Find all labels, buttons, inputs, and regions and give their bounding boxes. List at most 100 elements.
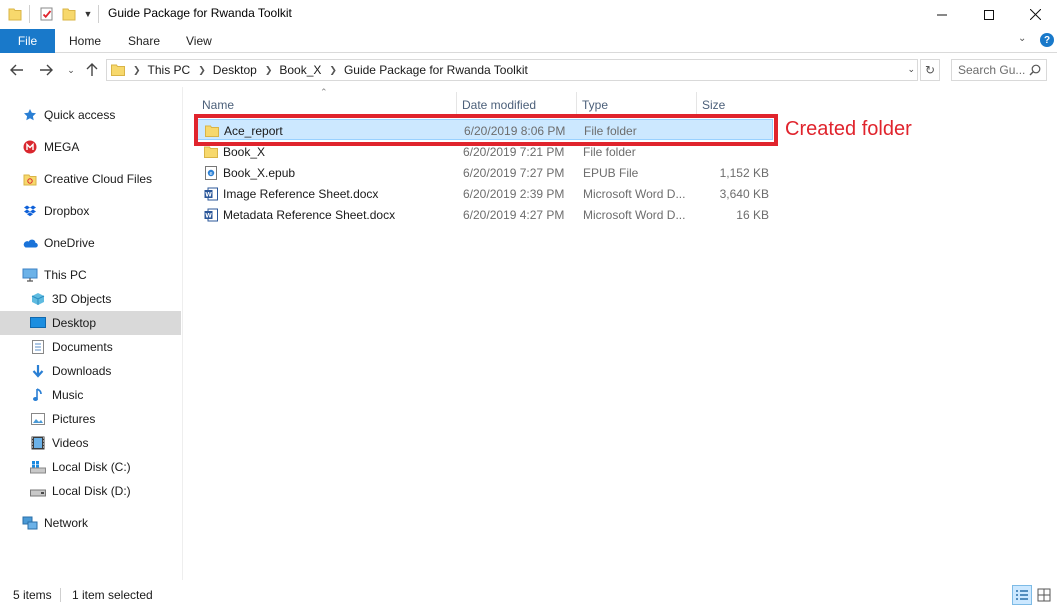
- sidebar-item-label: Creative Cloud Files: [44, 172, 153, 186]
- back-arrow-icon[interactable]: [8, 61, 26, 79]
- table-row[interactable]: W Metadata Reference Sheet.docx 6/20/201…: [197, 204, 773, 225]
- refresh-icon[interactable]: ↻: [920, 59, 940, 81]
- selection-count: 1 item selected: [72, 588, 153, 602]
- status-divider: [60, 588, 61, 602]
- desktop-icon: [30, 315, 46, 331]
- breadcrumb-this-pc[interactable]: This PC: [148, 63, 191, 77]
- file-size: 16 KB: [736, 207, 769, 222]
- expand-ribbon-chevron-icon[interactable]: ⌄: [1018, 33, 1026, 44]
- sidebar-item-onedrive[interactable]: OneDrive: [0, 231, 181, 255]
- computer-icon: [22, 267, 38, 283]
- file-size: 3,640 KB: [719, 186, 769, 201]
- table-row[interactable]: W Image Reference Sheet.docx 6/20/2019 2…: [197, 183, 773, 204]
- sidebar-item-label: Dropbox: [44, 204, 90, 218]
- sidebar-item-label: Pictures: [52, 412, 96, 426]
- forward-arrow-icon[interactable]: [37, 61, 55, 79]
- file-size: 1,152 KB: [719, 165, 769, 180]
- documents-icon: [30, 339, 46, 355]
- film-icon: [30, 435, 46, 451]
- large-icons-view-icon[interactable]: [1034, 585, 1054, 605]
- sidebar-item-this-pc[interactable]: This PC: [0, 263, 181, 287]
- annotation-highlight-box: [194, 114, 778, 146]
- help-icon[interactable]: ?: [1040, 33, 1054, 47]
- folder-icon[interactable]: [8, 6, 22, 22]
- sidebar-item-documents[interactable]: Documents: [0, 335, 181, 359]
- sidebar-item-label: Music: [52, 388, 84, 402]
- svg-text:W: W: [205, 191, 212, 198]
- breadcrumb-chevron-icon[interactable]: ❯: [133, 65, 141, 76]
- sidebar-item-label: This PC: [44, 268, 87, 282]
- status-bar: 5 items 1 item selected: [0, 583, 1057, 607]
- creative-cloud-folder-icon: [22, 171, 38, 187]
- sidebar-item-videos[interactable]: Videos: [0, 431, 181, 455]
- search-input[interactable]: Search Gu...: [951, 59, 1047, 81]
- sidebar-item-label: Documents: [52, 340, 113, 354]
- breadcrumb-desktop[interactable]: Desktop: [213, 63, 257, 77]
- star-icon: [22, 107, 38, 123]
- download-arrow-icon: [30, 363, 46, 379]
- file-name: Metadata Reference Sheet.docx: [223, 207, 396, 222]
- sidebar-item-music[interactable]: Music: [0, 383, 181, 407]
- breadcrumb-chevron-icon[interactable]: ❯: [265, 65, 273, 76]
- ribbon-tabs: File Home Share View ⌄ ?: [0, 29, 1057, 53]
- maximize-button[interactable]: [966, 0, 1012, 29]
- up-arrow-icon[interactable]: [83, 61, 101, 79]
- sidebar-item-label: Quick access: [44, 108, 116, 122]
- sidebar-item-local-disk-d[interactable]: Local Disk (D:): [0, 479, 181, 503]
- close-button[interactable]: [1012, 0, 1057, 29]
- breadcrumb-current-folder[interactable]: Guide Package for Rwanda Toolkit: [344, 63, 528, 77]
- address-bar[interactable]: ❯ This PC ❯ Desktop ❯ Book_X ❯ Guide Pac…: [106, 59, 918, 81]
- recent-locations-chevron-icon[interactable]: ⌄: [62, 61, 80, 79]
- quick-access-divider: [29, 5, 30, 23]
- music-note-icon: [30, 387, 46, 403]
- svg-text:e: e: [209, 171, 212, 177]
- sidebar-item-label: Videos: [52, 436, 89, 450]
- tab-home[interactable]: Home: [69, 29, 101, 53]
- tab-file[interactable]: File: [0, 29, 55, 53]
- folder-icon: [111, 64, 125, 76]
- sidebar-item-desktop[interactable]: Desktop: [0, 311, 181, 335]
- breadcrumb-book-x[interactable]: Book_X: [279, 63, 321, 77]
- sidebar-item-pictures[interactable]: Pictures: [0, 407, 181, 431]
- search-placeholder: Search Gu...: [958, 63, 1026, 77]
- breadcrumb-chevron-icon[interactable]: ❯: [329, 65, 337, 76]
- tab-view[interactable]: View: [186, 29, 212, 53]
- sidebar-item-mega[interactable]: MEGA: [0, 135, 181, 159]
- sidebar-item-quick-access[interactable]: Quick access: [0, 103, 181, 127]
- mega-icon: [22, 139, 38, 155]
- sidebar-item-dropbox[interactable]: Dropbox: [0, 199, 181, 223]
- file-list: ⌃ Name Date modified Type Size Ace_repor…: [184, 87, 1057, 580]
- navigation-bar: ⌄ ❯ This PC ❯ Desktop ❯ Book_X ❯ Guide P…: [0, 53, 1057, 87]
- file-name: Image Reference Sheet.docx: [223, 186, 379, 201]
- table-row[interactable]: e Book_X.epub 6/20/2019 7:27 PM EPUB Fil…: [197, 162, 773, 183]
- breadcrumb-chevron-icon[interactable]: ❯: [198, 65, 206, 76]
- navigation-pane: Quick access MEGA Creative Cloud Files D…: [0, 87, 183, 580]
- sidebar-item-3d-objects[interactable]: 3D Objects: [0, 287, 181, 311]
- dropbox-icon: [22, 203, 38, 219]
- svg-text:W: W: [205, 212, 212, 219]
- file-type: EPUB File: [583, 165, 639, 180]
- cube-icon: [30, 291, 46, 307]
- properties-checkmark-icon[interactable]: [39, 6, 55, 22]
- file-type: Microsoft Word D...: [583, 186, 686, 201]
- title-bar: ▼ Guide Package for Rwanda Toolkit: [0, 0, 1057, 29]
- sidebar-item-creative-cloud-files[interactable]: Creative Cloud Files: [0, 167, 181, 191]
- file-name: Book_X.epub: [223, 165, 296, 180]
- sidebar-item-local-disk-c[interactable]: Local Disk (C:): [0, 455, 181, 479]
- sidebar-item-label: Downloads: [52, 364, 112, 378]
- sidebar-item-label: MEGA: [44, 140, 80, 154]
- tab-share[interactable]: Share: [128, 29, 160, 53]
- word-doc-icon: W: [203, 183, 219, 204]
- file-type: Microsoft Word D...: [583, 207, 686, 222]
- details-view-icon[interactable]: [1012, 585, 1032, 605]
- drive-icon: [30, 483, 46, 499]
- sidebar-item-label: Desktop: [52, 316, 97, 330]
- file-date-modified: 6/20/2019 2:39 PM: [463, 186, 565, 201]
- address-history-dropdown-icon[interactable]: ⌄: [907, 64, 915, 75]
- file-date-modified: 6/20/2019 4:27 PM: [463, 207, 565, 222]
- sidebar-item-downloads[interactable]: Downloads: [0, 359, 181, 383]
- minimize-button[interactable]: [919, 0, 965, 29]
- sidebar-item-network[interactable]: Network: [0, 511, 181, 535]
- customize-quick-access-dropdown-icon[interactable]: ▼: [83, 6, 93, 22]
- new-folder-icon[interactable]: [62, 6, 76, 22]
